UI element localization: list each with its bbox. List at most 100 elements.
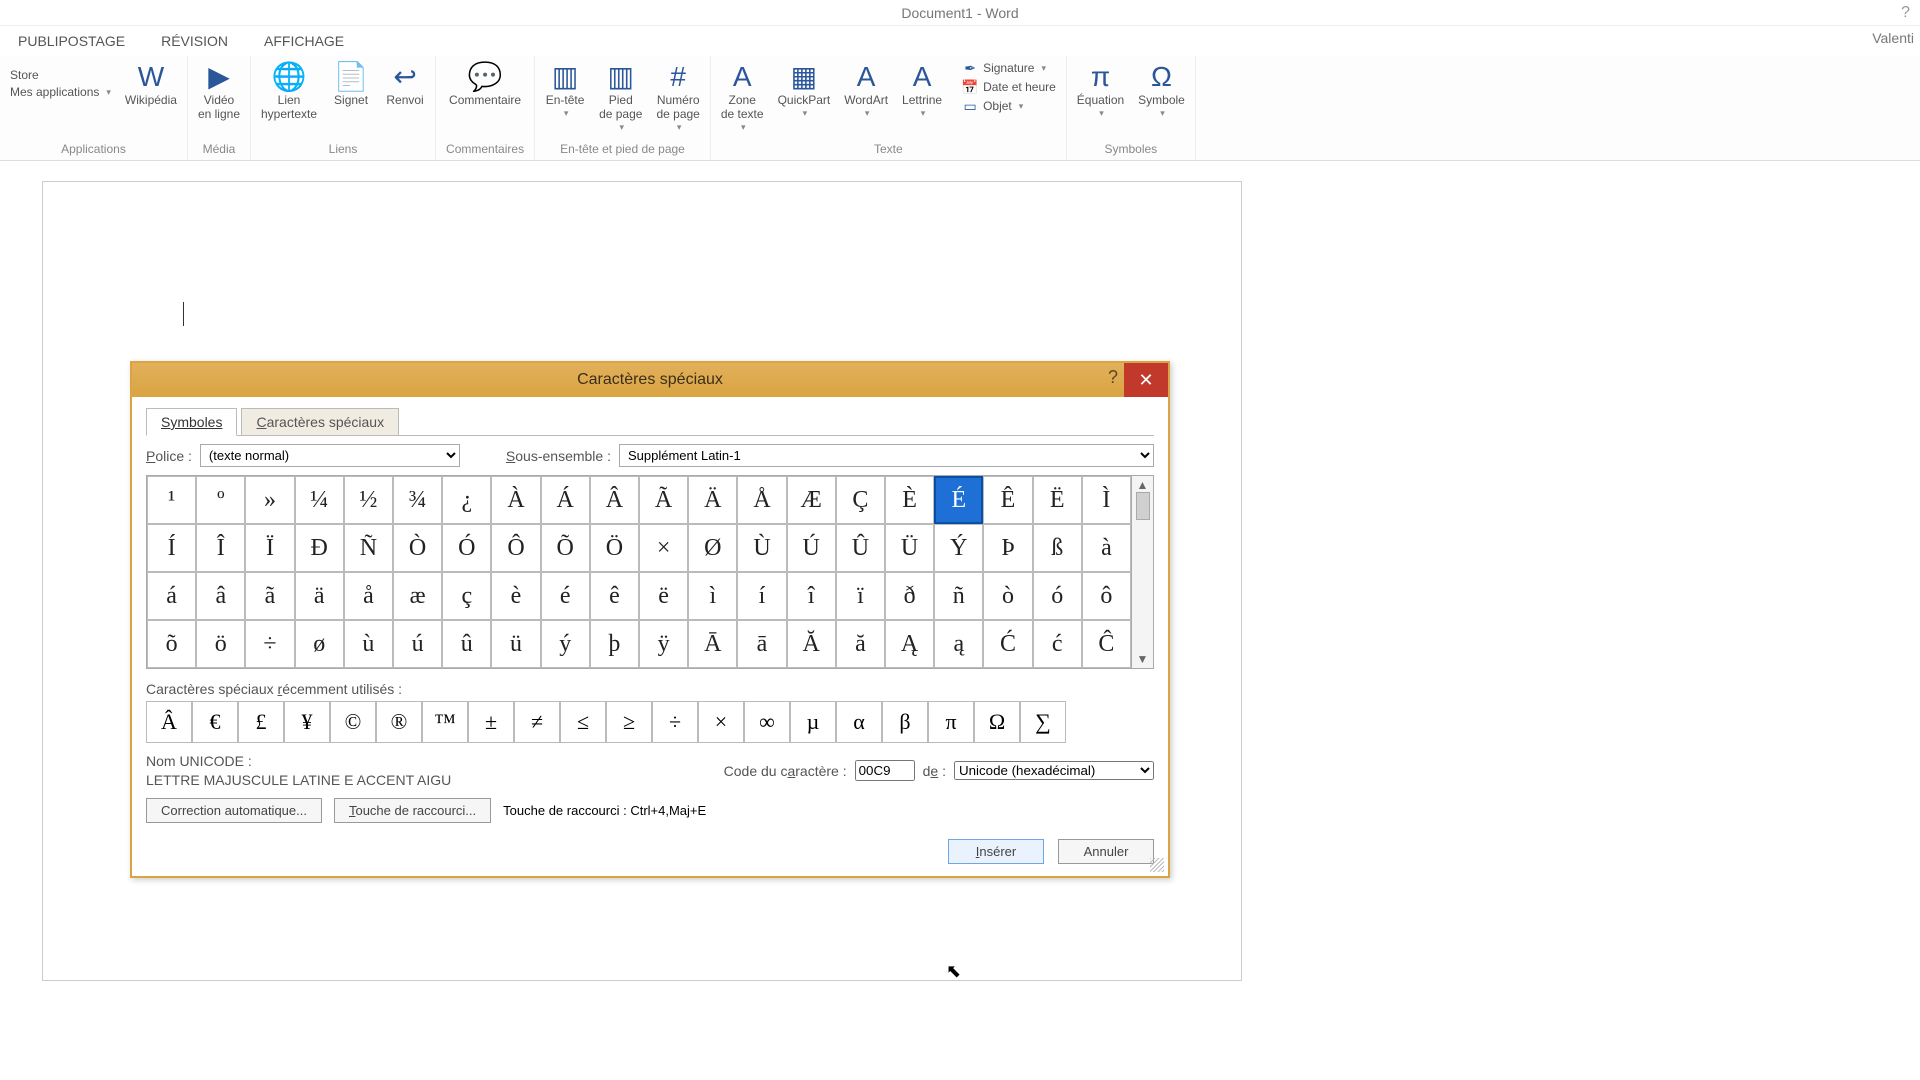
char-cell[interactable]: Ù (737, 524, 786, 572)
char-cell[interactable]: Ý (934, 524, 983, 572)
ribbon-button[interactable]: #Numérode page▾ (656, 60, 699, 132)
char-cell[interactable]: ý (541, 620, 590, 668)
char-cell[interactable]: º (196, 476, 245, 524)
char-cell[interactable]: ò (983, 572, 1032, 620)
autocorrect-button[interactable]: Correction automatique... (146, 798, 322, 823)
tab-affichage[interactable]: AFFICHAGE (246, 27, 362, 55)
char-cell[interactable]: ă (836, 620, 885, 668)
ribbon-button[interactable]: 💬Commentaire (449, 60, 521, 108)
char-cell[interactable]: ú (393, 620, 442, 668)
char-cell[interactable]: Ô (491, 524, 540, 572)
char-cell[interactable]: ¾ (393, 476, 442, 524)
tab-publipostage[interactable]: PUBLIPOSTAGE (0, 27, 143, 55)
char-cell[interactable]: Á (541, 476, 590, 524)
char-cell[interactable]: ô (1082, 572, 1131, 620)
char-cell[interactable]: Ì (1082, 476, 1131, 524)
ribbon-item[interactable]: Store (10, 68, 111, 82)
char-cell[interactable]: ö (196, 620, 245, 668)
char-cell[interactable]: Û (836, 524, 885, 572)
char-cell[interactable]: Ñ (344, 524, 393, 572)
char-cell[interactable]: ã (245, 572, 294, 620)
ribbon-mini-item[interactable]: 📅Date et heure (962, 79, 1056, 95)
char-cell[interactable]: Ï (245, 524, 294, 572)
help-icon[interactable]: ? (1901, 0, 1910, 26)
char-cell[interactable]: þ (590, 620, 639, 668)
char-cell[interactable]: Ê (983, 476, 1032, 524)
char-cell[interactable]: Ć (983, 620, 1032, 668)
char-cell[interactable]: í (737, 572, 786, 620)
char-cell[interactable]: à (1082, 524, 1131, 572)
char-cell[interactable]: ¼ (295, 476, 344, 524)
char-cell[interactable]: Í (147, 524, 196, 572)
insert-button[interactable]: Insérer (948, 839, 1044, 864)
char-cell[interactable]: ÷ (245, 620, 294, 668)
font-select[interactable]: (texte normal) (200, 444, 460, 467)
recent-char-cell[interactable]: ÷ (652, 701, 698, 743)
recent-char-cell[interactable]: ≠ (514, 701, 560, 743)
recent-char-cell[interactable]: ≥ (606, 701, 652, 743)
char-cell[interactable]: Ą (885, 620, 934, 668)
char-cell[interactable]: Ú (787, 524, 836, 572)
ribbon-button[interactable]: 🌐Lienhypertexte (261, 60, 317, 122)
ribbon-button[interactable]: πÉquation▾ (1077, 60, 1124, 118)
char-cell[interactable]: È (885, 476, 934, 524)
char-cell[interactable]: Ó (442, 524, 491, 572)
char-cell[interactable]: É (934, 476, 983, 524)
char-cell[interactable]: ì (688, 572, 737, 620)
ribbon-button[interactable]: ALettrine▾ (902, 60, 942, 118)
char-cell[interactable]: Đ (295, 524, 344, 572)
recent-char-cell[interactable]: α (836, 701, 882, 743)
char-cell[interactable]: Ä (688, 476, 737, 524)
char-cell[interactable]: õ (147, 620, 196, 668)
char-cell[interactable]: ¹ (147, 476, 196, 524)
tab-symbols[interactable]: Symboles (146, 408, 237, 436)
char-cell[interactable]: ð (885, 572, 934, 620)
char-cell[interactable]: û (442, 620, 491, 668)
char-cell[interactable]: Ø (688, 524, 737, 572)
char-cell[interactable]: À (491, 476, 540, 524)
char-cell[interactable]: Å (737, 476, 786, 524)
recent-char-cell[interactable]: ≤ (560, 701, 606, 743)
recent-char-cell[interactable]: © (330, 701, 376, 743)
char-cell[interactable]: » (245, 476, 294, 524)
recent-char-cell[interactable]: ¥ (284, 701, 330, 743)
tab-revision[interactable]: RÉVISION (143, 27, 246, 55)
char-cell[interactable]: Ã (639, 476, 688, 524)
char-cell[interactable]: Ā (688, 620, 737, 668)
char-cell[interactable]: î (787, 572, 836, 620)
char-cell[interactable]: å (344, 572, 393, 620)
char-cell[interactable]: Þ (983, 524, 1032, 572)
recent-char-cell[interactable]: Ω (974, 701, 1020, 743)
char-cell[interactable]: ê (590, 572, 639, 620)
char-cell[interactable]: ï (836, 572, 885, 620)
grid-scrollbar[interactable]: ▲ ▼ (1131, 476, 1153, 668)
char-cell[interactable]: ÿ (639, 620, 688, 668)
from-select[interactable]: Unicode (hexadécimal) (954, 761, 1154, 780)
recent-char-cell[interactable]: × (698, 701, 744, 743)
recent-char-cell[interactable]: ∑ (1020, 701, 1066, 743)
char-cell[interactable]: ß (1033, 524, 1082, 572)
ribbon-button[interactable]: ▦QuickPart▾ (778, 60, 831, 118)
recent-char-cell[interactable]: β (882, 701, 928, 743)
scroll-up-icon[interactable]: ▲ (1137, 478, 1149, 492)
recent-char-cell[interactable]: ™ (422, 701, 468, 743)
recent-char-cell[interactable]: ∞ (744, 701, 790, 743)
ribbon-button[interactable]: AZonede texte▾ (721, 60, 764, 132)
code-input[interactable] (855, 760, 915, 781)
resize-grip[interactable] (1150, 858, 1164, 872)
char-cell[interactable]: Î (196, 524, 245, 572)
char-cell[interactable]: ą (934, 620, 983, 668)
char-cell[interactable]: ñ (934, 572, 983, 620)
ribbon-mini-item[interactable]: ▭Objet▾ (962, 98, 1056, 114)
cancel-button[interactable]: Annuler (1058, 839, 1154, 864)
char-cell[interactable]: è (491, 572, 540, 620)
char-cell[interactable]: Ă (787, 620, 836, 668)
recent-char-cell[interactable]: £ (238, 701, 284, 743)
recent-char-cell[interactable]: ® (376, 701, 422, 743)
char-cell[interactable]: ä (295, 572, 344, 620)
dialog-titlebar[interactable]: Caractères spéciaux ? ✕ (132, 363, 1168, 397)
char-cell[interactable]: Ö (590, 524, 639, 572)
char-cell[interactable]: Õ (541, 524, 590, 572)
char-cell[interactable]: á (147, 572, 196, 620)
ribbon-button[interactable]: WWikipédia (125, 60, 177, 108)
